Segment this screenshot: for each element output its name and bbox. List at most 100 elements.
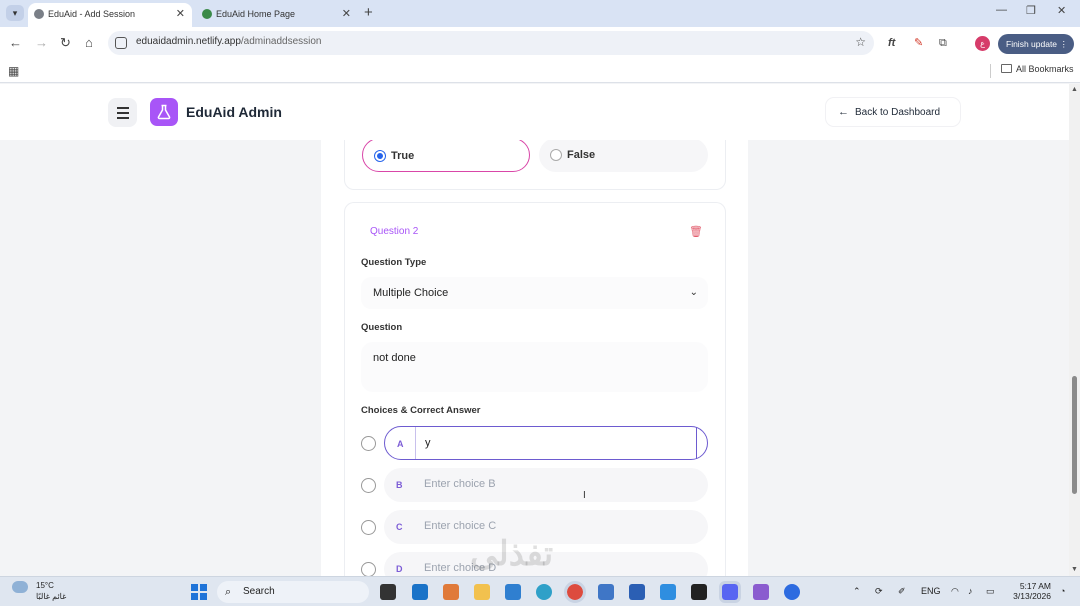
question-type-select[interactable]: Multiple Choice ⌄ [361,277,708,309]
outlook-icon[interactable] [412,584,428,600]
page-scrollbar[interactable]: ▲ ▼ [1069,84,1080,576]
notifications-icon[interactable]: ◔ [1060,586,1065,596]
restore-icon[interactable]: ❐ [1026,4,1036,17]
edge-icon[interactable] [536,584,552,600]
discord-icon[interactable] [719,581,741,603]
sync-icon[interactable]: ⟳ [875,586,883,597]
copilot-icon[interactable] [443,584,459,600]
finish-update-button[interactable]: Finish update ⋮ [998,34,1074,54]
site-info-icon[interactable] [115,37,127,49]
profile-avatar[interactable]: ع [975,36,990,51]
folder-icon [1001,64,1012,73]
tab-add-session[interactable]: EduAid - Add Session ✕ [28,3,192,27]
url-path: /adminaddsession [240,36,322,47]
scrollbar-thumb[interactable] [1072,376,1077,494]
choice-d-correct-radio[interactable] [361,562,376,576]
radio-checked[interactable] [374,150,386,162]
cloud-icon [12,581,28,593]
watermark: تفذلى [470,535,554,573]
false-option[interactable]: False [539,138,708,172]
url-domain: eduaidadmin.netlify.app [136,36,241,47]
choice-divider [415,427,416,459]
taskbar-search[interactable]: ⌕ Search [217,581,369,603]
windows-taskbar: 15°C غائم غالبًا ⌕ Search ⌃ ⟳ ✐ ENG ◠ ♪ … [0,576,1080,606]
back-to-dashboard-button[interactable]: ← Back to Dashboard [826,98,960,126]
back-arrow-icon[interactable]: ← [9,35,22,51]
taskbar-search-label: Search [243,586,275,597]
clock-time: 5:17 AM [1019,581,1051,591]
pen-extension-icon[interactable]: ✎ [914,36,923,50]
choice-b-correct-radio[interactable] [361,478,376,493]
back-to-dashboard-label: Back to Dashboard [855,107,941,118]
word-icon[interactable] [629,584,645,600]
menu-button[interactable] [108,98,137,127]
weather-widget[interactable]: 15°C غائم غالبًا [12,581,66,601]
more-menu-icon[interactable]: ⋮ [1060,34,1069,54]
tab-home-page[interactable]: EduAid Home Page ✕ [196,3,358,27]
address-bar[interactable]: eduaidadmin.netlify.app/adminaddsession … [108,31,874,55]
vscode-icon[interactable] [660,584,676,600]
chrome-icon[interactable] [564,581,586,603]
windows-start-icon[interactable] [191,584,207,600]
tab-title: EduAid Home Page [216,9,296,19]
language-indicator[interactable]: ENG [921,586,941,596]
tray-overflow-chevron-icon[interactable]: ⌃ [853,586,861,597]
choice-letter: B [396,480,403,490]
choices-label: Choices & Correct Answer [361,405,481,416]
true-option-label: True [391,150,415,162]
bookmarks-divider [990,64,991,78]
finish-update-label: Finish update [1006,39,1058,49]
taskbar-clock[interactable]: 5:17 AM 3/13/2026 [1011,581,1051,601]
extensions-puzzle-icon[interactable]: ⧉ [939,36,947,50]
weather-condition: غائم غالبًا [36,592,67,601]
tab-title: EduAid - Add Session [48,9,136,19]
calculator-icon[interactable] [505,584,521,600]
flask-logo-icon [150,98,178,126]
scroll-up-icon[interactable]: ▲ [1071,86,1078,93]
choice-letter: D [396,564,403,574]
minimize-icon[interactable]: — [996,4,1007,16]
question-type-value: Multiple Choice [373,287,449,299]
trash-icon[interactable]: 🗑 [689,225,703,238]
reload-icon[interactable]: ↻ [60,35,71,51]
all-bookmarks-button[interactable]: All Bookmarks [1001,64,1074,74]
forward-arrow-icon[interactable]: → [35,35,48,51]
scroll-down-icon[interactable]: ▼ [1071,566,1078,573]
volume-icon[interactable]: ♪ [968,586,973,596]
visual-studio-icon[interactable] [753,584,769,600]
tab-search-chevron-icon[interactable]: ▾ [6,5,24,21]
zoom-icon[interactable] [784,584,800,600]
radio-unchecked[interactable] [550,149,562,161]
question-textarea[interactable]: not done [361,342,708,392]
close-tab-icon[interactable]: ✕ [342,3,351,25]
true-option[interactable]: True [362,138,530,172]
text-caret [696,427,697,459]
globe-icon [34,9,44,19]
brand-title: EduAid Admin [186,104,282,120]
task-view-icon[interactable] [380,584,396,600]
question-label: Question [361,322,403,333]
text-cursor-icon: I [583,490,586,501]
close-window-icon[interactable]: ✕ [1057,4,1066,17]
battery-icon[interactable]: ▭ [986,586,995,597]
new-tab-plus-icon[interactable]: + [364,3,373,23]
question-type-label: Question Type [361,257,427,268]
file-explorer-icon[interactable] [474,584,490,600]
font-extension-icon[interactable]: ft [888,36,895,50]
bookmark-star-icon[interactable]: ☆ [855,35,866,49]
android-studio-icon[interactable] [691,584,707,600]
home-icon[interactable]: ⌂ [85,35,93,51]
choice-b-input[interactable]: B Enter choice B [384,468,708,502]
wifi-icon[interactable]: ◠ [951,586,959,597]
choice-c-correct-radio[interactable] [361,520,376,535]
close-tab-icon[interactable]: ✕ [176,3,185,25]
weather-temp: 15°C [36,581,54,590]
question-number: Question 2 [370,226,419,237]
choice-a-correct-radio[interactable] [361,436,376,451]
apps-grid-icon[interactable]: ▦ [8,65,19,77]
database-icon[interactable] [598,584,614,600]
clock-date: 3/13/2026 [1013,591,1051,601]
pen-tray-icon[interactable]: ✐ [898,586,906,597]
choice-a-input[interactable]: A y [384,426,708,460]
site-favicon-icon [202,9,212,19]
